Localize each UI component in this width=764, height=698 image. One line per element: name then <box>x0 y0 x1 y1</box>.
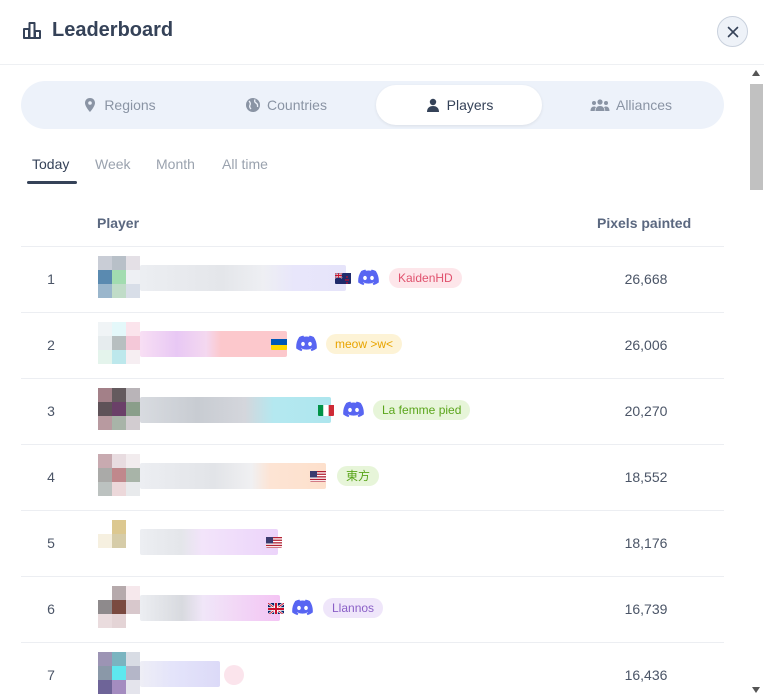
rank: 6 <box>47 601 55 617</box>
rank: 5 <box>47 535 55 551</box>
avatar <box>98 256 140 298</box>
player-tag: KaidenHD <box>389 268 462 288</box>
table-row[interactable]: 2 meow >w< 26,006 <box>21 313 724 379</box>
flag-icon <box>268 602 284 614</box>
person-icon <box>426 98 439 112</box>
rank: 7 <box>47 667 55 683</box>
period-week[interactable]: Week <box>95 156 131 172</box>
discord-icon <box>296 335 317 352</box>
table-row[interactable]: 5 18,176 <box>21 511 724 577</box>
player-tag: Llannos <box>323 598 384 618</box>
rank: 4 <box>47 469 55 485</box>
pixels-painted: 18,552 <box>624 469 668 485</box>
avatar <box>98 520 140 562</box>
table-row[interactable]: 3 La femme pied 20,270 <box>21 379 724 445</box>
close-icon <box>727 26 738 37</box>
period-today[interactable]: Today <box>32 156 69 172</box>
pixels-painted: 18,176 <box>624 535 668 551</box>
table-row[interactable]: 6 Llannos 16,739 <box>21 577 724 643</box>
discord-icon <box>358 269 379 286</box>
page-title: Leaderboard <box>52 19 174 41</box>
tab-players[interactable]: Players <box>376 85 542 125</box>
scrollbar-thumb[interactable] <box>750 84 763 190</box>
tab-label: Players <box>446 97 494 113</box>
player-name-redacted <box>140 529 278 555</box>
pixels-painted: 16,739 <box>624 601 668 617</box>
period-month[interactable]: Month <box>156 156 195 172</box>
player-name-redacted <box>140 265 346 291</box>
flag-icon <box>271 338 287 350</box>
scroll-down-arrow-icon[interactable] <box>752 687 760 693</box>
period-all-time[interactable]: All time <box>222 156 268 172</box>
player-name-redacted <box>140 463 326 489</box>
tab-label: Alliances <box>615 97 673 113</box>
globe-icon <box>246 98 261 112</box>
map-pin-icon <box>85 98 96 112</box>
column-header-player: Player <box>97 215 140 231</box>
player-name-redacted <box>140 595 280 621</box>
flag-icon <box>318 404 334 416</box>
discord-icon <box>343 401 364 418</box>
tab-label: Regions <box>104 97 156 113</box>
player-name-redacted <box>140 331 287 357</box>
category-tabs: Regions Countries Players Alliances <box>21 81 724 129</box>
player-tag: La femme pied <box>373 400 471 420</box>
avatar <box>98 322 140 364</box>
pixels-painted: 26,006 <box>624 337 668 353</box>
group-icon <box>590 99 610 111</box>
player-tag: meow >w< <box>326 334 403 354</box>
close-button[interactable] <box>717 16 748 47</box>
table-row[interactable]: 4 東方 18,552 <box>21 445 724 511</box>
modal-header: Leaderboard <box>0 0 764 65</box>
pixels-painted: 20,270 <box>624 403 668 419</box>
rank: 2 <box>47 337 55 353</box>
player-name-redacted <box>140 397 331 423</box>
tab-label: Countries <box>267 97 327 113</box>
flag-icon <box>224 665 244 685</box>
table-row[interactable]: 7 16,436 <box>21 643 724 698</box>
avatar <box>98 454 140 496</box>
scroll-up-arrow-icon[interactable] <box>752 70 760 76</box>
active-period-indicator <box>27 181 77 184</box>
rank: 3 <box>47 403 55 419</box>
column-header-pixels: Pixels painted <box>597 215 692 231</box>
player-name-redacted <box>140 661 220 687</box>
pixels-painted: 26,668 <box>624 271 668 287</box>
avatar <box>98 652 140 694</box>
tab-alliances[interactable]: Alliances <box>548 85 714 125</box>
avatar <box>98 586 140 628</box>
avatar <box>98 388 140 430</box>
discord-icon <box>292 599 313 616</box>
pixels-painted: 16,436 <box>624 667 668 683</box>
flag-icon <box>335 272 351 284</box>
flag-icon <box>266 536 282 548</box>
rank: 1 <box>47 271 55 287</box>
bar-chart-icon <box>23 22 41 39</box>
tab-regions[interactable]: Regions <box>36 85 202 125</box>
tab-countries[interactable]: Countries <box>203 85 369 125</box>
table-row[interactable]: 1 KaidenHD 26,668 <box>21 247 724 313</box>
player-tag: 東方 <box>337 466 380 486</box>
flag-icon <box>310 470 326 482</box>
